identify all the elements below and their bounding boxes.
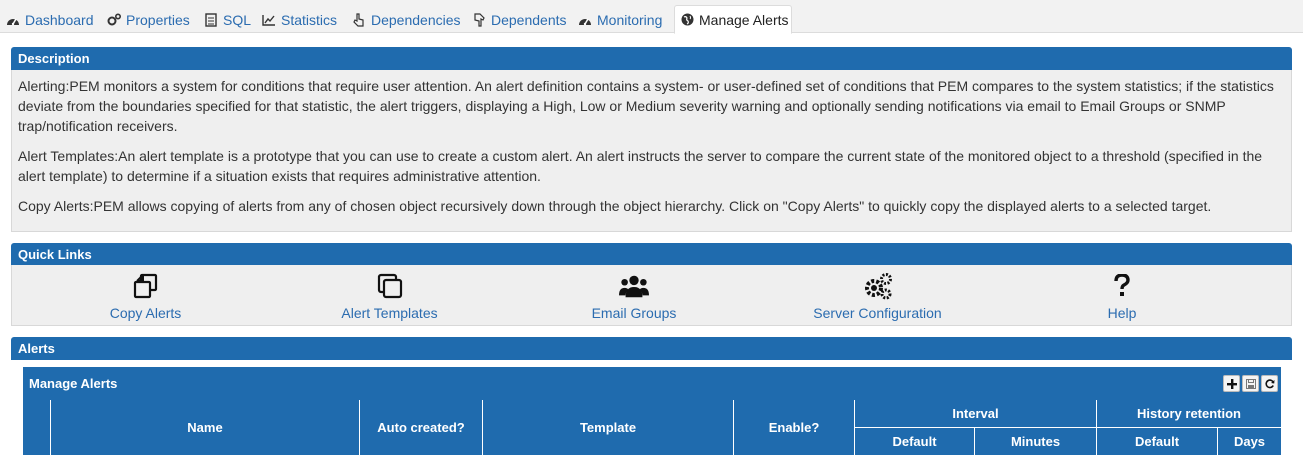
question-icon <box>1107 271 1137 301</box>
tab-label: Dependencies <box>371 11 461 28</box>
description-panel: Alerting:PEM monitors a system for condi… <box>11 70 1292 232</box>
tab-label: Dependents <box>491 11 567 28</box>
tab-dependents[interactable]: Dependents <box>466 6 573 33</box>
quick-links-panel: Copy Alerts Alert Templates Email Groups… <box>11 265 1292 326</box>
column-label: History retention <box>1136 406 1241 421</box>
column-label: Default <box>892 434 937 449</box>
tab-label: Monitoring <box>597 11 663 28</box>
manage-alerts-panel-header: Manage Alerts <box>23 367 1281 400</box>
save-button[interactable] <box>1242 375 1259 392</box>
add-button[interactable] <box>1223 375 1240 392</box>
copy-alerts-link[interactable]: Copy Alerts <box>107 271 184 321</box>
column-auto-created[interactable]: Auto created? <box>360 400 483 456</box>
quick-link-label: Help <box>1107 305 1137 321</box>
alerts-grid-header: Name Auto created? Template Enable? Inte… <box>23 400 1281 456</box>
alert-templates-link[interactable]: Alert Templates <box>337 271 442 321</box>
quick-link-label: Alert Templates <box>341 305 438 321</box>
refresh-button[interactable] <box>1261 375 1278 392</box>
quick-link-label: Server Configuration <box>813 305 942 321</box>
column-interval-default[interactable]: Default <box>855 428 975 456</box>
server-configuration-link[interactable]: Server Configuration <box>809 271 946 321</box>
tab-sql[interactable]: SQL <box>198 6 257 33</box>
column-interval-minutes[interactable]: Minutes <box>975 428 1097 456</box>
column-group-interval: Interval <box>855 400 1097 428</box>
line-chart-icon <box>262 13 276 27</box>
dashboard-icon <box>6 13 20 27</box>
column-label: Interval <box>952 406 999 421</box>
gears-icon <box>107 13 121 27</box>
alerts-header: Alerts <box>11 337 1292 360</box>
tab-label: Manage Alerts <box>699 11 789 28</box>
section-title: Description <box>18 51 90 66</box>
column-label: Enable? <box>768 420 820 435</box>
tab-statistics[interactable]: Statistics <box>256 6 343 33</box>
quick-links-header: Quick Links <box>11 243 1292 266</box>
description-paragraph: Alerting:PEM monitors a system for condi… <box>18 78 1274 134</box>
quick-link-label: Email Groups <box>591 305 677 321</box>
refresh-icon <box>1264 378 1274 388</box>
column-enable[interactable]: Enable? <box>734 400 855 456</box>
column-label: Template <box>579 420 637 435</box>
column-name[interactable]: Name <box>51 400 360 456</box>
save-icon <box>1245 378 1256 389</box>
panel-toolbar <box>1223 375 1278 392</box>
panel-title: Manage Alerts <box>29 376 118 391</box>
column-group-history-retention: History retention <box>1097 400 1281 428</box>
column-label: Auto created? <box>377 420 465 435</box>
column-label: Default <box>1134 434 1180 449</box>
description-paragraph: Copy Alerts:PEM allows copying of alerts… <box>18 198 1212 214</box>
column-label: Minutes <box>1010 434 1061 449</box>
file-icon <box>204 12 218 27</box>
column-history-default[interactable]: Default <box>1097 428 1218 456</box>
column-label: Name <box>187 420 223 435</box>
clone-icon <box>375 271 405 301</box>
quick-link-label: Copy Alerts <box>109 305 182 321</box>
help-link[interactable]: Help <box>1102 271 1142 321</box>
column-template[interactable]: Template <box>483 400 734 456</box>
add-icon <box>1226 378 1237 389</box>
hand-icon <box>472 12 486 27</box>
tab-properties[interactable]: Properties <box>101 6 196 33</box>
dashboard-icon <box>578 13 592 27</box>
hand-pointer-icon <box>352 12 366 27</box>
gears-icon <box>863 271 893 301</box>
tab-dependencies[interactable]: Dependencies <box>346 6 467 33</box>
column-label: Days <box>1233 434 1266 449</box>
tab-label: Dashboard <box>25 11 94 28</box>
tab-label: Statistics <box>281 11 338 28</box>
tab-manage-alerts[interactable]: Manage Alerts <box>674 5 792 34</box>
tab-bar: Dashboard Properties SQL Statistics Depe… <box>0 0 1303 34</box>
tab-dashboard[interactable]: Dashboard <box>0 6 100 33</box>
copy-icon <box>131 271 161 301</box>
column-history-days[interactable]: Days <box>1218 428 1281 456</box>
description-header: Description <box>11 47 1292 70</box>
tab-label: SQL <box>223 11 252 28</box>
users-icon <box>619 271 649 301</box>
tab-monitoring[interactable]: Monitoring <box>572 6 668 33</box>
tab-label: Properties <box>126 11 190 28</box>
section-title: Quick Links <box>18 247 92 262</box>
section-title: Alerts <box>18 341 55 356</box>
description-paragraph: Alert Templates:An alert template is a p… <box>18 148 1263 184</box>
globe-icon <box>681 13 694 27</box>
email-groups-link[interactable]: Email Groups <box>588 271 680 321</box>
row-selector-column <box>23 400 51 456</box>
